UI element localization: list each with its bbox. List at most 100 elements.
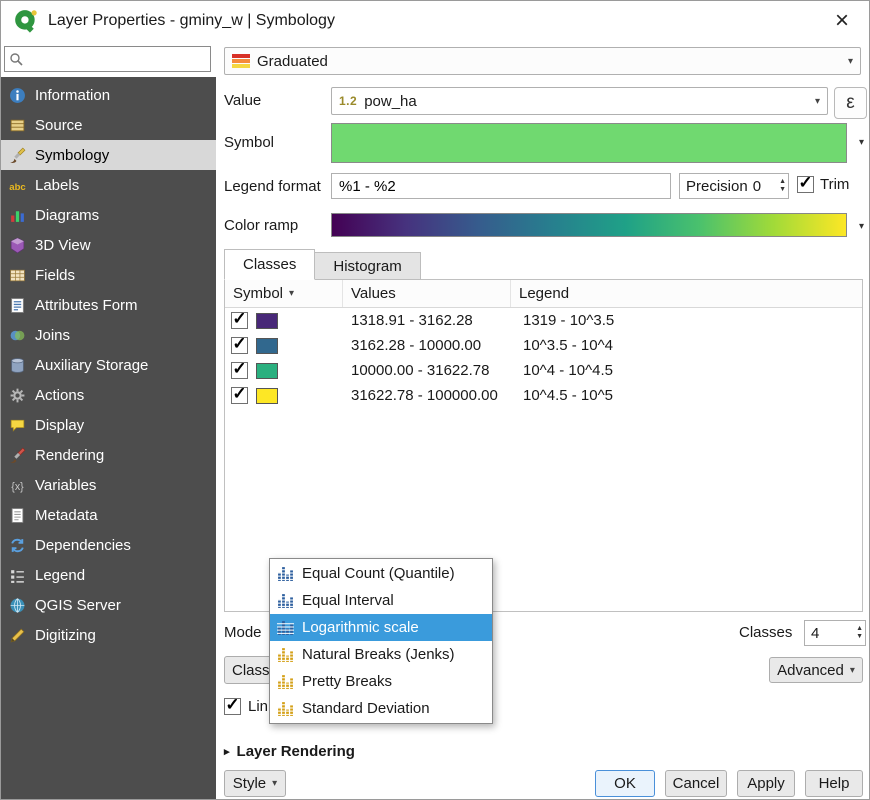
class-color-swatch[interactable] (256, 313, 278, 329)
sidebar-item-digitizing[interactable]: Digitizing (1, 620, 216, 650)
layer-rendering-section[interactable]: Layer Rendering (224, 743, 355, 760)
sidebar-item-fields[interactable]: Fields (1, 260, 216, 290)
help-button[interactable]: Help (805, 770, 863, 797)
sidebar-item-variables[interactable]: {x} Variables (1, 470, 216, 500)
dependencies-icon (9, 537, 26, 554)
information-icon (9, 87, 26, 104)
apply-button[interactable]: Apply (737, 770, 795, 797)
mode-option-equal-count[interactable]: Equal Count (Quantile) (270, 560, 492, 587)
class-legend[interactable]: 10^3.5 - 10^4 (511, 337, 862, 354)
histogram-icon (277, 700, 294, 717)
class-checkbox[interactable] (231, 312, 248, 329)
class-values[interactable]: 3162.28 - 10000.00 (343, 337, 511, 354)
sidebar-item-metadata[interactable]: Metadata (1, 500, 216, 530)
table-row[interactable]: 3162.28 - 10000.00 10^3.5 - 10^4 (225, 333, 862, 358)
decimal-field-icon: 1.2 (339, 94, 357, 108)
histogram-icon (277, 619, 294, 636)
histogram-icon (277, 565, 294, 582)
tab-histogram[interactable]: Histogram (315, 252, 420, 280)
fields-icon (9, 267, 26, 284)
value-field-name: pow_ha (364, 93, 417, 110)
sidebar-item-display[interactable]: Display (1, 410, 216, 440)
sidebar-item-auxiliary-storage[interactable]: Auxiliary Storage (1, 350, 216, 380)
sidebar-item-rendering[interactable]: Rendering (1, 440, 216, 470)
class-legend[interactable]: 1319 - 10^3.5 (511, 312, 862, 329)
legend-format-input[interactable] (331, 173, 671, 199)
search-input[interactable] (27, 50, 206, 69)
class-color-swatch[interactable] (256, 338, 278, 354)
variables-icon: {x} (9, 477, 26, 494)
spinner-arrows-icon[interactable] (856, 625, 863, 640)
classes-count-label: Classes (739, 624, 792, 641)
histogram-icon (277, 673, 294, 690)
class-legend[interactable]: 10^4 - 10^4.5 (511, 362, 862, 379)
symbol-preview[interactable] (331, 123, 847, 163)
ok-button[interactable]: OK (595, 770, 655, 797)
class-values[interactable]: 31622.78 - 100000.00 (343, 387, 511, 404)
classes-table-header: Symbol Values Legend (225, 280, 862, 308)
sidebar-item-symbology[interactable]: Symbology (1, 140, 216, 170)
class-checkbox[interactable] (231, 337, 248, 354)
class-values[interactable]: 10000.00 - 31622.78 (343, 362, 511, 379)
link-class-boundaries-checkbox[interactable] (224, 698, 241, 715)
sidebar-item-source[interactable]: Source (1, 110, 216, 140)
sidebar-item-legend[interactable]: Legend (1, 560, 216, 590)
table-row[interactable]: 31622.78 - 100000.00 10^4.5 - 10^5 (225, 383, 862, 408)
color-ramp-label: Color ramp (224, 217, 298, 234)
value-label: Value (224, 92, 261, 109)
class-color-swatch[interactable] (256, 363, 278, 379)
spinner-arrows-icon[interactable] (779, 178, 786, 193)
classes-count-spinbox[interactable]: 4 (804, 620, 866, 646)
precision-spinbox[interactable]: Precision 0 (679, 173, 789, 199)
histogram-icon (277, 592, 294, 609)
color-ramp-preview[interactable] (331, 213, 847, 237)
qgis-logo-icon (13, 8, 39, 34)
sidebar-item-information[interactable]: Information (1, 80, 216, 110)
expression-builder-button[interactable]: ε (834, 87, 867, 119)
value-field-combobox[interactable]: 1.2 pow_ha (331, 87, 828, 115)
tab-classes[interactable]: Classes (224, 249, 315, 280)
trim-checkbox[interactable] (797, 176, 814, 193)
histogram-icon (277, 646, 294, 663)
mode-option-standard-deviation[interactable]: Standard Deviation (270, 695, 492, 722)
chevron-down-icon (850, 665, 855, 676)
sidebar-item-attributes-form[interactable]: Attributes Form (1, 290, 216, 320)
cancel-button[interactable]: Cancel (665, 770, 727, 797)
mode-option-logarithmic-scale[interactable]: Logarithmic scale (270, 614, 492, 641)
column-header-symbol[interactable]: Symbol (225, 280, 343, 307)
mode-option-natural-breaks[interactable]: Natural Breaks (Jenks) (270, 641, 492, 668)
symbol-label: Symbol (224, 134, 274, 151)
metadata-icon (9, 507, 26, 524)
trim-label: Trim (820, 176, 849, 193)
class-checkbox[interactable] (231, 362, 248, 379)
ramp-dropdown-icon[interactable] (859, 221, 864, 232)
table-row[interactable]: 10000.00 - 31622.78 10^4 - 10^4.5 (225, 358, 862, 383)
sidebar-item-labels[interactable]: abc Labels (1, 170, 216, 200)
style-button[interactable]: Style (224, 770, 286, 797)
sidebar-nav: Information Source Symbology abc Labels … (1, 77, 216, 800)
column-header-values[interactable]: Values (343, 280, 511, 307)
epsilon-icon: ε (846, 92, 854, 114)
close-icon[interactable]: × (827, 9, 857, 33)
sidebar-item-diagrams[interactable]: Diagrams (1, 200, 216, 230)
sidebar-item-dependencies[interactable]: Dependencies (1, 530, 216, 560)
class-legend[interactable]: 10^4.5 - 10^5 (511, 387, 862, 404)
sidebar-item-3d-view[interactable]: 3D View (1, 230, 216, 260)
sidebar-item-actions[interactable]: Actions (1, 380, 216, 410)
sidebar-item-joins[interactable]: Joins (1, 320, 216, 350)
mode-option-pretty-breaks[interactable]: Pretty Breaks (270, 668, 492, 695)
advanced-button[interactable]: Advanced (769, 657, 863, 683)
title-bar: Layer Properties - gminy_w | Symbology × (1, 1, 869, 41)
symbol-dropdown-icon[interactable] (859, 137, 864, 148)
labels-icon: abc (9, 177, 26, 194)
class-color-swatch[interactable] (256, 388, 278, 404)
sidebar-item-qgis-server[interactable]: QGIS Server (1, 590, 216, 620)
svg-text:{x}: {x} (11, 480, 24, 492)
renderer-combobox[interactable]: Graduated (224, 47, 861, 75)
column-header-legend[interactable]: Legend (511, 280, 862, 307)
mode-option-equal-interval[interactable]: Equal Interval (270, 587, 492, 614)
table-row[interactable]: 1318.91 - 3162.28 1319 - 10^3.5 (225, 308, 862, 333)
class-checkbox[interactable] (231, 387, 248, 404)
layer-properties-dialog: Layer Properties - gminy_w | Symbology ×… (0, 0, 870, 800)
class-values[interactable]: 1318.91 - 3162.28 (343, 312, 511, 329)
